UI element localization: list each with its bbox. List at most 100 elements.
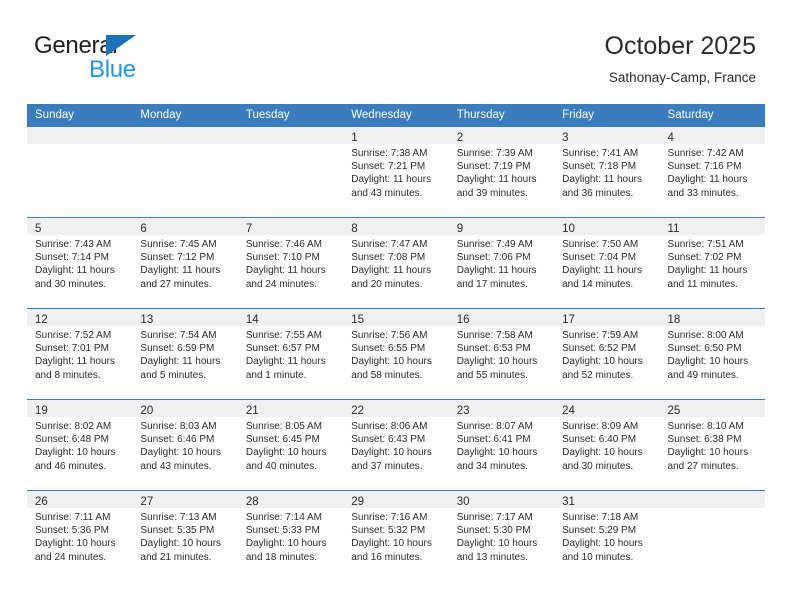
calendar-day-cell[interactable]: 12 Sunrise: 7:52 AM Sunset: 7:01 PM Dayligh… bbox=[27, 308, 133, 400]
day-details: Sunrise: 7:11 AM Sunset: 5:36 PM Daylight:… bbox=[27, 508, 132, 564]
day-24: 24 Sunrise: 8:09 AM Sunset: 6:40 PM Dayligh… bbox=[554, 400, 660, 490]
calendar-day-cell[interactable]: 4 Sunrise: 7:42 AM Sunset: 7:16 PM Daylight… bbox=[659, 127, 765, 218]
day-18: 18 Sunrise: 8:00 AM Sunset: 6:50 PM Dayligh… bbox=[659, 309, 765, 399]
sunrise-time: Sunrise: 8:06 AM bbox=[351, 421, 428, 432]
daylight-duration-line2: and 24 minutes. bbox=[35, 551, 107, 563]
calendar-day-cell[interactable] bbox=[27, 127, 133, 218]
calendar-week-row: 5 Sunrise: 7:43 AM Sunset: 7:14 PM Daylight… bbox=[27, 217, 765, 309]
calendar-day-cell[interactable]: 28 Sunrise: 7:14 AM Sunset: 5:33 PM Dayligh… bbox=[237, 491, 344, 582]
day-number-strip: 21 bbox=[237, 400, 344, 417]
sunset-time: Sunset: 6:50 PM bbox=[667, 343, 742, 355]
daylight-duration-line1: Daylight: 10 hours bbox=[351, 447, 432, 459]
daylight-duration-line1: Daylight: 11 hours bbox=[562, 265, 642, 277]
calendar-day-cell[interactable]: 14 Sunrise: 7:55 AM Sunset: 6:57 PM Dayligh… bbox=[237, 308, 344, 400]
calendar-day-cell[interactable]: 9 Sunrise: 7:49 AM Sunset: 7:06 PM Daylight… bbox=[448, 217, 555, 309]
day-number: 16 bbox=[456, 314, 470, 326]
daylight-duration-line2: and 40 minutes. bbox=[245, 460, 318, 472]
sunset-time: Sunset: 5:30 PM bbox=[456, 525, 531, 537]
day-details: Sunrise: 7:41 AM Sunset: 7:18 PM Daylight:… bbox=[554, 144, 659, 200]
calendar-day-cell[interactable]: 22 Sunrise: 8:06 AM Sunset: 6:43 PM Dayligh… bbox=[343, 399, 449, 491]
day-number-strip: 15 bbox=[343, 309, 449, 326]
day-details: Sunrise: 7:13 AM Sunset: 5:35 PM Daylight:… bbox=[132, 508, 237, 564]
sunrise-time: Sunrise: 7:58 AM bbox=[456, 330, 533, 341]
weekday-header-saturday: Saturday bbox=[659, 104, 765, 127]
day-number-strip: 23 bbox=[448, 400, 555, 417]
daylight-duration-line1: Daylight: 10 hours bbox=[140, 447, 222, 459]
sunset-time: Sunset: 7:18 PM bbox=[562, 161, 637, 173]
daylight-duration-line2: and 5 minutes. bbox=[140, 369, 207, 381]
day-number: 14 bbox=[245, 314, 259, 326]
sunrise-time: Sunrise: 7:55 AM bbox=[245, 330, 322, 341]
day-details: Sunrise: 7:39 AM Sunset: 7:19 PM Daylight:… bbox=[449, 144, 554, 200]
calendar-day-cell[interactable]: 2 Sunrise: 7:39 AM Sunset: 7:19 PM Daylight… bbox=[448, 127, 555, 218]
calendar-day-cell[interactable]: 16 Sunrise: 7:58 AM Sunset: 6:53 PM Dayligh… bbox=[448, 308, 555, 400]
day-details: Sunrise: 7:59 AM Sunset: 6:52 PM Daylight:… bbox=[554, 326, 659, 382]
day-number-strip: 13 bbox=[132, 309, 238, 326]
sunrise-time: Sunrise: 7:14 AM bbox=[245, 512, 322, 523]
sunset-time: Sunset: 6:48 PM bbox=[35, 434, 109, 446]
day-details: Sunrise: 7:58 AM Sunset: 6:53 PM Daylight:… bbox=[449, 326, 554, 382]
calendar-day-cell[interactable]: 15 Sunrise: 7:56 AM Sunset: 6:55 PM Dayligh… bbox=[343, 308, 449, 400]
calendar-day-cell[interactable]: 5 Sunrise: 7:43 AM Sunset: 7:14 PM Daylight… bbox=[27, 217, 133, 309]
sunset-time: Sunset: 6:38 PM bbox=[667, 434, 742, 446]
calendar-day-cell[interactable] bbox=[659, 491, 765, 582]
calendar-day-cell[interactable]: 3 Sunrise: 7:41 AM Sunset: 7:18 PM Daylight… bbox=[554, 127, 660, 218]
general-blue-logo[interactable]: General Blue bbox=[34, 32, 214, 88]
day-number: 19 bbox=[35, 405, 48, 417]
calendar-day-cell[interactable]: 13 Sunrise: 7:54 AM Sunset: 6:59 PM Dayligh… bbox=[132, 308, 238, 400]
day-number-strip: 26 bbox=[27, 491, 133, 508]
calendar-day-cell[interactable]: 17 Sunrise: 7:59 AM Sunset: 6:52 PM Dayligh… bbox=[554, 308, 660, 400]
day-number: 30 bbox=[456, 496, 470, 508]
day-number-strip: 7 bbox=[237, 218, 344, 235]
calendar-day-cell[interactable]: 11 Sunrise: 7:51 AM Sunset: 7:02 PM Dayligh… bbox=[659, 217, 765, 309]
day-2: 2 Sunrise: 7:39 AM Sunset: 7:19 PM Daylight… bbox=[448, 127, 555, 217]
day-number-strip: 4 bbox=[659, 127, 765, 144]
day-number-strip: 12 bbox=[27, 309, 133, 326]
day-number: 9 bbox=[456, 223, 464, 235]
calendar-day-cell[interactable]: 20 Sunrise: 8:03 AM Sunset: 6:46 PM Dayligh… bbox=[132, 399, 238, 491]
day-details: Sunrise: 7:42 AM Sunset: 7:16 PM Daylight:… bbox=[660, 144, 765, 200]
day-number-strip: 10 bbox=[554, 218, 660, 235]
daylight-duration-line2: and 49 minutes. bbox=[667, 369, 739, 381]
calendar-week-row: 12 Sunrise: 7:52 AM Sunset: 7:01 PM Dayligh… bbox=[27, 308, 765, 400]
sunset-time: Sunset: 5:35 PM bbox=[140, 525, 215, 537]
sunrise-time: Sunrise: 7:42 AM bbox=[667, 148, 744, 159]
day-details: Sunrise: 8:00 AM Sunset: 6:50 PM Daylight:… bbox=[660, 326, 765, 382]
calendar-day-cell[interactable]: 18 Sunrise: 8:00 AM Sunset: 6:50 PM Dayligh… bbox=[659, 308, 765, 400]
calendar-day-cell[interactable]: 10 Sunrise: 7:50 AM Sunset: 7:04 PM Dayligh… bbox=[554, 217, 660, 309]
calendar-day-cell[interactable]: 30 Sunrise: 7:17 AM Sunset: 5:30 PM Dayligh… bbox=[448, 491, 555, 582]
calendar-day-cell[interactable]: 6 Sunrise: 7:45 AM Sunset: 7:12 PM Daylight… bbox=[132, 217, 238, 309]
day-details: Sunrise: 7:49 AM Sunset: 7:06 PM Daylight:… bbox=[449, 235, 554, 291]
empty-day bbox=[132, 127, 238, 217]
calendar-day-cell[interactable]: 21 Sunrise: 8:05 AM Sunset: 6:45 PM Dayligh… bbox=[237, 399, 344, 491]
calendar-day-cell[interactable]: 27 Sunrise: 7:13 AM Sunset: 5:35 PM Dayligh… bbox=[132, 491, 238, 582]
day-11: 11 Sunrise: 7:51 AM Sunset: 7:02 PM Dayligh… bbox=[659, 218, 765, 308]
calendar-day-cell[interactable]: 31 Sunrise: 7:18 AM Sunset: 5:29 PM Dayligh… bbox=[554, 491, 660, 582]
calendar-day-cell[interactable]: 23 Sunrise: 8:07 AM Sunset: 6:41 PM Dayligh… bbox=[448, 399, 555, 491]
calendar-day-cell[interactable] bbox=[132, 127, 238, 218]
calendar-day-cell[interactable]: 29 Sunrise: 7:16 AM Sunset: 5:32 PM Dayligh… bbox=[343, 491, 449, 582]
calendar-day-cell[interactable]: 8 Sunrise: 7:47 AM Sunset: 7:08 PM Daylight… bbox=[343, 217, 449, 309]
daylight-duration-line1: Daylight: 10 hours bbox=[35, 447, 116, 459]
calendar-day-cell[interactable] bbox=[237, 127, 344, 218]
day-number: 4 bbox=[667, 132, 674, 144]
daylight-duration-line2: and 11 minutes. bbox=[667, 278, 738, 290]
calendar-day-cell[interactable]: 19 Sunrise: 8:02 AM Sunset: 6:48 PM Dayligh… bbox=[27, 399, 133, 491]
calendar-day-cell[interactable]: 26 Sunrise: 7:11 AM Sunset: 5:36 PM Dayligh… bbox=[27, 491, 133, 582]
daylight-duration-line1: Daylight: 10 hours bbox=[562, 447, 643, 459]
page-title: October 2025 bbox=[604, 32, 757, 60]
day-31: 31 Sunrise: 7:18 AM Sunset: 5:29 PM Dayligh… bbox=[554, 491, 660, 581]
sunset-time: Sunset: 7:02 PM bbox=[667, 252, 742, 264]
calendar-day-cell[interactable]: 25 Sunrise: 8:10 AM Sunset: 6:38 PM Dayligh… bbox=[659, 399, 765, 491]
sunrise-sunset-calendar: Sunday Monday Tuesday Wednesday Thursday… bbox=[27, 104, 765, 581]
daylight-duration-line1: Daylight: 11 hours bbox=[667, 174, 748, 186]
daylight-duration-line2: and 21 minutes. bbox=[140, 551, 212, 563]
calendar-day-cell[interactable]: 1 Sunrise: 7:38 AM Sunset: 7:21 PM Daylight… bbox=[343, 127, 449, 218]
calendar-day-cell[interactable]: 7 Sunrise: 7:46 AM Sunset: 7:10 PM Daylight… bbox=[237, 217, 344, 309]
day-number-strip: 2 bbox=[448, 127, 555, 144]
calendar-week-row: 19 Sunrise: 8:02 AM Sunset: 6:48 PM Dayligh… bbox=[27, 399, 765, 491]
calendar-day-cell[interactable]: 24 Sunrise: 8:09 AM Sunset: 6:40 PM Dayligh… bbox=[554, 399, 660, 491]
day-details: Sunrise: 7:51 AM Sunset: 7:02 PM Daylight:… bbox=[660, 235, 765, 291]
day-details: Sunrise: 7:55 AM Sunset: 6:57 PM Daylight:… bbox=[238, 326, 343, 382]
sunset-time: Sunset: 7:14 PM bbox=[35, 252, 109, 264]
